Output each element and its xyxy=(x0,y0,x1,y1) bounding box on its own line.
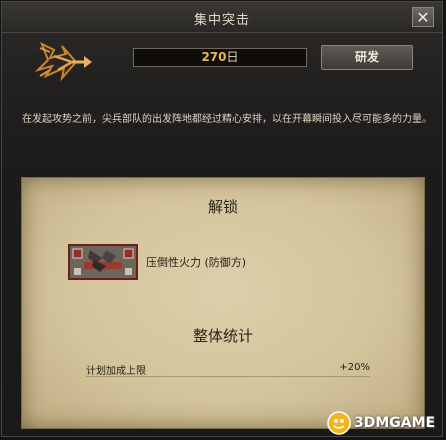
unlock-title: 解锁 xyxy=(207,198,238,216)
details-panel: 解锁 压倒性火力 (防御方) 整体统计 计划加成上限 +20% xyxy=(21,177,425,429)
duration-unit: 日 xyxy=(226,50,239,64)
stats-row: 计划加成上限 +20% xyxy=(86,362,370,377)
stats-title: 整体统计 xyxy=(192,327,253,345)
watermark-text: 3DMGAME xyxy=(354,415,436,431)
unlock-card xyxy=(68,244,138,280)
research-button[interactable]: 研发 xyxy=(321,45,413,70)
stats-row-label: 计划加成上限 xyxy=(86,366,146,377)
tank-unit-icon xyxy=(70,246,136,278)
stats-row-value: +20% xyxy=(339,362,370,373)
watermark: 3DMGAME xyxy=(327,408,435,438)
duration-display: 270日 xyxy=(133,48,307,67)
focus-window: 集中突击 ✕ 270日 研发 在发起攻势之前，尖兵部队的出发阵地都经过精心安排，… xyxy=(1,1,443,437)
unlock-item-label: 压倒性火力 (防御方) xyxy=(146,256,247,269)
title-bar: 集中突击 ✕ xyxy=(2,2,442,33)
window-title: 集中突击 xyxy=(193,13,250,28)
duration-value: 270 xyxy=(201,50,227,64)
close-button[interactable]: ✕ xyxy=(412,7,434,27)
focus-description: 在发起攻势之前，尖兵部队的出发阵地都经过精心安排，以在开幕瞬间投入尽可能多的力量… xyxy=(22,114,432,125)
3dm-logo-icon xyxy=(327,411,351,435)
arrow-emblem-icon xyxy=(34,41,92,82)
close-icon: ✕ xyxy=(416,7,430,27)
